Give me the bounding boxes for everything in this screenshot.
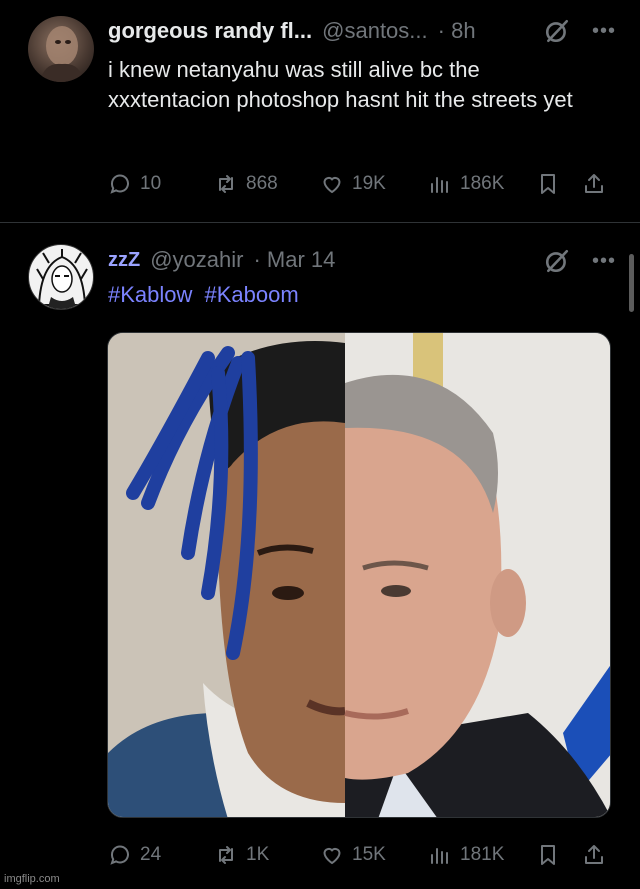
reply-count: 24 [140, 844, 162, 865]
share-button[interactable] [582, 172, 606, 196]
avatar-photo [40, 26, 84, 82]
reply-count: 10 [140, 173, 162, 194]
tweet-header-actions: ••• [544, 18, 616, 44]
retweet-count: 868 [246, 173, 278, 194]
tweet-1[interactable]: gorgeous randy fl... @santos... · 8h •••… [0, 0, 640, 222]
scrollbar[interactable] [629, 254, 634, 312]
watermark: imgflip.com [4, 873, 60, 885]
views-count: 181K [460, 844, 505, 865]
bookmark-icon [541, 174, 555, 194]
retweet-icon [219, 846, 233, 864]
avatar-drawing [36, 249, 88, 309]
like-count: 19K [352, 173, 386, 194]
action-bar: 24 1K 15K 181K [108, 843, 612, 873]
handle[interactable]: @santos... [322, 18, 428, 44]
retweet-button[interactable]: 1K [214, 843, 269, 867]
tweet-header: zzZ @yozahir · Mar 14 [108, 247, 335, 273]
views-bar-chart-icon [431, 848, 448, 864]
timestamp[interactable]: · 8h [438, 18, 476, 44]
media-photo [108, 333, 610, 817]
tweet-divider [0, 222, 640, 223]
display-name[interactable]: zzZ [108, 249, 140, 272]
handle[interactable]: @yozahir [150, 247, 243, 273]
bookmark-icon [541, 845, 555, 865]
views-count: 186K [460, 173, 505, 194]
reply-icon [110, 845, 129, 865]
views-bar-chart-icon [431, 177, 448, 193]
tweet-header: gorgeous randy fl... @santos... · 8h [108, 18, 476, 44]
reply-icon [110, 174, 129, 194]
hashtag-link[interactable]: #Kaboom [205, 282, 299, 307]
share-button[interactable] [582, 843, 606, 867]
heart-icon [323, 847, 341, 865]
views-button[interactable]: 181K [428, 843, 504, 867]
like-button[interactable]: 15K [320, 843, 386, 867]
tweet-header-actions: ••• [544, 248, 616, 274]
reply-button[interactable]: 24 [108, 843, 161, 867]
display-name[interactable]: gorgeous randy fl... [108, 18, 312, 44]
grok-icon[interactable] [544, 18, 570, 44]
retweet-count: 1K [246, 844, 270, 865]
views-button[interactable]: 186K [428, 172, 504, 196]
tweet-2[interactable]: zzZ @yozahir · Mar 14 ••• #Kablow #Kaboo… [0, 226, 640, 889]
tweet-media-image[interactable] [107, 332, 611, 818]
like-count: 15K [352, 844, 386, 865]
retweet-icon [219, 175, 233, 193]
bookmark-button[interactable] [536, 843, 560, 867]
timestamp[interactable]: · Mar 14 [253, 247, 335, 273]
share-icon [585, 845, 603, 864]
hashtag-link[interactable]: #Kablow [108, 282, 192, 307]
more-icon[interactable]: ••• [592, 251, 616, 271]
tweet-text: #Kablow #Kaboom [108, 282, 305, 308]
grok-icon[interactable] [544, 248, 570, 274]
action-bar: 10 868 19K 186K [108, 172, 612, 202]
tweet-text: i knew netanyahu was still alive bc the … [108, 57, 573, 112]
heart-icon [323, 176, 341, 194]
avatar[interactable] [28, 244, 94, 310]
share-icon [585, 174, 603, 193]
like-button[interactable]: 19K [320, 172, 386, 196]
bookmark-button[interactable] [536, 172, 560, 196]
more-icon[interactable]: ••• [592, 21, 616, 41]
reply-button[interactable]: 10 [108, 172, 161, 196]
avatar[interactable] [28, 16, 94, 82]
retweet-button[interactable]: 868 [214, 172, 278, 196]
